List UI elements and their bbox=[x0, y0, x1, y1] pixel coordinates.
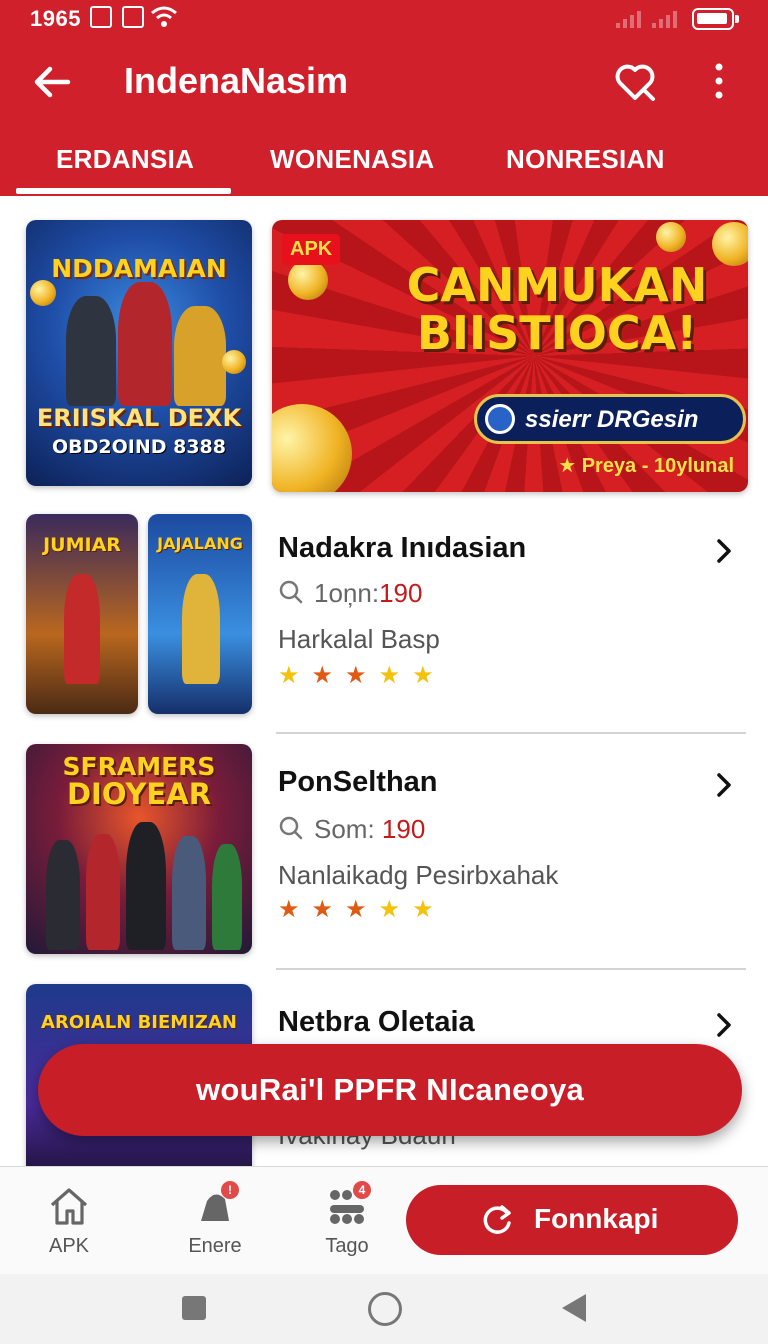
bottom-nav: APK ! Enere 4 Tago Fonnkapi bbox=[0, 1166, 768, 1274]
featured-game-card[interactable]: NDDAMAIAN ERIISKAL DEXK OBD2OIND 8388 bbox=[26, 220, 252, 486]
search-icon bbox=[485, 404, 515, 434]
wifi-icon bbox=[151, 6, 177, 27]
tab-nonresian[interactable]: NONRESIAN bbox=[506, 144, 665, 175]
game-thumbnail: JUMIAR bbox=[26, 514, 138, 714]
system-nav-bar bbox=[0, 1274, 768, 1344]
item-meta: Som: 190 bbox=[278, 814, 425, 845]
signal-icon bbox=[616, 10, 641, 28]
page-title: IndenaNasim bbox=[124, 60, 349, 101]
item-subtitle: Nanlaikadg Pesirbxahak bbox=[278, 860, 559, 890]
back-triangle-icon[interactable] bbox=[562, 1294, 586, 1322]
home-icon bbox=[50, 1188, 88, 1225]
star-rating: ★ ★ ★ ★ ★ bbox=[278, 896, 434, 923]
app-header: 1965 IndenaNasim ERDANSIA WONENASIA NONR… bbox=[0, 0, 768, 196]
content-list[interactable]: NDDAMAIAN ERIISKAL DEXK OBD2OIND 8388 AP… bbox=[0, 196, 768, 1166]
promo-headline: CANMUKAN BIISTIOCA! bbox=[406, 258, 708, 360]
featured-game-code: OBD2OIND 8388 bbox=[51, 436, 226, 458]
nav-item-apk[interactable]: APK bbox=[24, 1185, 114, 1258]
promo-rating: ★ Preya - 10ylunal bbox=[558, 455, 734, 477]
nav-item-enere[interactable]: ! Enere bbox=[170, 1181, 260, 1258]
promo-search-pill[interactable]: ssierr DRGesin bbox=[474, 394, 746, 444]
home-circle-icon[interactable] bbox=[368, 1292, 402, 1326]
tab-bar: ERDANSIA WONENASIA NONRESIAN bbox=[0, 128, 768, 196]
app-bar: IndenaNasim bbox=[0, 44, 768, 120]
battery-icon bbox=[692, 8, 739, 30]
star-rating: ★ ★ ★ ★ ★ bbox=[278, 662, 434, 689]
image-notification-icon bbox=[122, 6, 144, 28]
item-meta: 1oņn:190 bbox=[278, 578, 422, 609]
promo-banner[interactable]: APK CANMUKAN BIISTIOCA! ssierr DRGesin ★… bbox=[272, 220, 748, 492]
notification-badge: 4 bbox=[353, 1181, 371, 1199]
chevron-right-icon[interactable] bbox=[714, 538, 734, 564]
item-title: Nadakra Inıdasian bbox=[278, 532, 527, 564]
active-tab-indicator bbox=[16, 188, 231, 194]
game-thumbnail: JAJALANG bbox=[148, 514, 252, 714]
recents-icon[interactable] bbox=[182, 1296, 206, 1320]
install-cta-button[interactable]: wouRai'l PPFR NIcaneoya bbox=[38, 1044, 742, 1136]
tab-erdansia[interactable]: ERDANSIA bbox=[56, 144, 194, 175]
search-icon bbox=[279, 816, 303, 840]
featured-game-banner: ERIISKAL DEXK bbox=[36, 404, 242, 432]
nav-item-tago[interactable]: 4 Tago bbox=[302, 1181, 392, 1258]
more-vert-icon[interactable] bbox=[704, 58, 734, 104]
signal-icon-2 bbox=[652, 10, 677, 28]
divider bbox=[276, 732, 746, 734]
status-bar: 1965 bbox=[0, 0, 768, 36]
item-title: PonSelthan bbox=[278, 766, 438, 798]
favorite-heart-icon[interactable] bbox=[612, 58, 658, 104]
notification-icon bbox=[90, 6, 112, 28]
chevron-right-icon[interactable] bbox=[714, 772, 734, 798]
item-title: Netbra Oletaia bbox=[278, 1006, 475, 1038]
item-subtitle: Harkalal Basp bbox=[278, 624, 440, 654]
chevron-right-icon[interactable] bbox=[714, 1012, 734, 1038]
back-arrow-icon[interactable] bbox=[28, 58, 76, 106]
featured-game-title: NDDAMAIAN bbox=[51, 254, 227, 283]
search-icon bbox=[279, 580, 303, 604]
game-thumbnail: SFRAMERS DIOYEAR bbox=[26, 744, 252, 954]
apk-tag: APK bbox=[282, 234, 341, 265]
tab-wonenasia[interactable]: WONENASIA bbox=[270, 144, 434, 175]
primary-action-button[interactable]: Fonnkapi bbox=[406, 1185, 738, 1255]
divider bbox=[276, 968, 746, 970]
refresh-icon bbox=[483, 1205, 511, 1234]
status-time: 1965 bbox=[30, 6, 81, 31]
notification-badge: ! bbox=[221, 1181, 239, 1199]
